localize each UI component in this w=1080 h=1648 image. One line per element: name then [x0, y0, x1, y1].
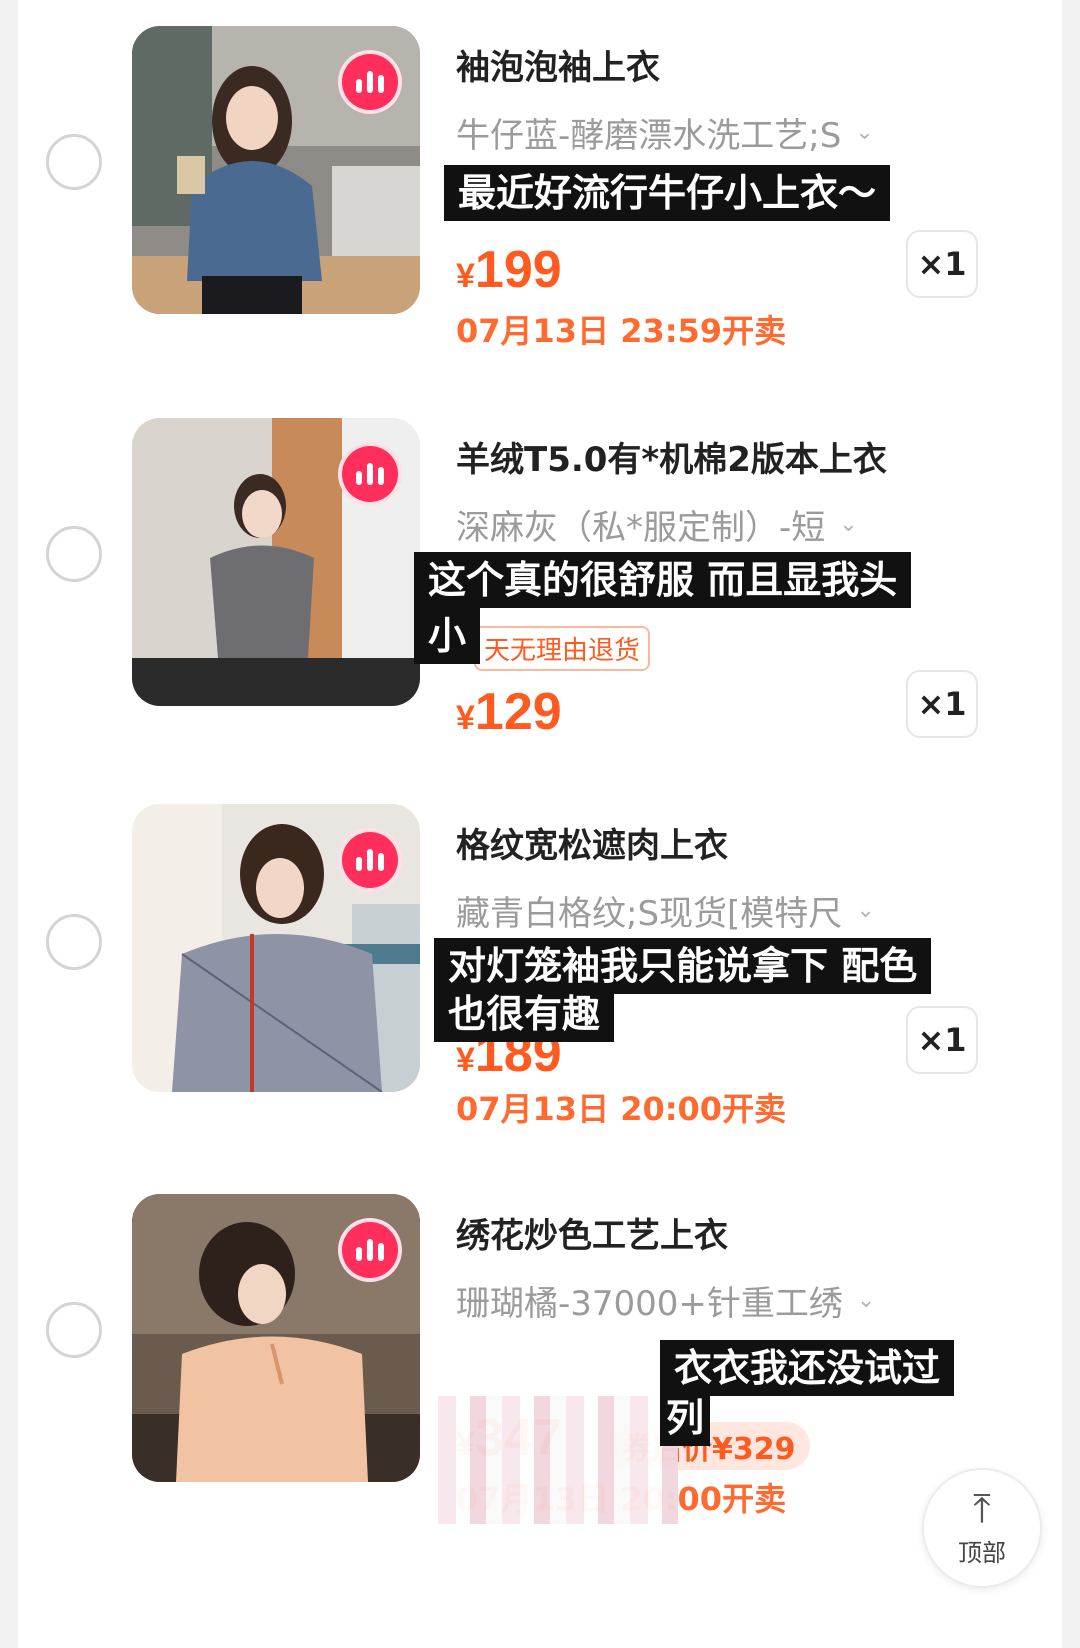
back-to-top-button[interactable]: ⤒ 顶部: [922, 1468, 1042, 1588]
live-icon: [338, 828, 402, 892]
select-radio[interactable]: [46, 134, 102, 190]
arrow-up-to-line-icon: ⤒: [973, 1485, 991, 1532]
quantity-button[interactable]: ×1: [906, 670, 978, 738]
cart-list: 袖泡泡袖上衣 牛仔蓝-酵磨漂水洗工艺;S ⌄ 最近好流行牛仔小上衣～ ¥199 …: [18, 0, 1062, 1648]
cart-item: 袖泡泡袖上衣 牛仔蓝-酵磨漂水洗工艺;S ⌄ 最近好流行牛仔小上衣～ ¥199 …: [18, 0, 1062, 400]
sale-time: 07月13日 23:59开卖: [456, 312, 787, 350]
video-subtitle: 最近好流行牛仔小上衣～: [444, 165, 891, 221]
quantity-button[interactable]: ×1: [906, 1006, 978, 1074]
sku-selector[interactable]: 珊瑚橘-37000+针重工绣 ⌄: [456, 1276, 875, 1325]
cart-item: 绣花炒色工艺上衣 珊瑚橘-37000+针重工绣 ⌄ 衣衣我还没试过 列 ¥347…: [18, 1168, 1062, 1568]
product-title: 袖泡泡袖上衣: [456, 48, 660, 88]
live-icon: [338, 50, 402, 114]
product-image[interactable]: [132, 1194, 420, 1482]
product-title: 格纹宽松遮肉上衣: [456, 826, 728, 866]
live-icon: [338, 1218, 402, 1282]
sku-text: 藏青白格纹;S现货[模特尺: [456, 894, 843, 934]
product-image[interactable]: [132, 418, 420, 706]
product-image[interactable]: [132, 26, 420, 314]
quantity-button[interactable]: ×1: [906, 230, 978, 298]
select-radio[interactable]: [46, 914, 102, 970]
live-icon: [338, 442, 402, 506]
back-to-top-label: 顶部: [958, 1538, 1006, 1567]
sku-text: 牛仔蓝-酵磨漂水洗工艺;S: [456, 116, 842, 156]
sku-selector[interactable]: 藏青白格纹;S现货[模特尺 ⌄: [456, 886, 875, 935]
select-radio[interactable]: [46, 1302, 102, 1358]
sku-selector[interactable]: 牛仔蓝-酵磨漂水洗工艺;S ⌄: [456, 108, 874, 157]
return-policy-tag: 天无理由退货: [474, 626, 651, 671]
blurred-region: [438, 1396, 678, 1524]
sku-text: 深麻灰（私*服定制）-短: [456, 508, 826, 548]
cart-item: 羊绒T5.0有*机棉2版本上衣 深麻灰（私*服定制）-短 ⌄ 天无理由退货 这个…: [18, 392, 1062, 792]
price: ¥199: [456, 241, 562, 299]
video-subtitle: 衣衣我还没试过: [660, 1340, 955, 1396]
video-subtitle: 列: [660, 1390, 711, 1446]
cart-item: 格纹宽松遮肉上衣 藏青白格纹;S现货[模特尺 ⌄ 对灯笼袖我只能说拿下 配色 也…: [18, 780, 1062, 1180]
sku-selector[interactable]: 深麻灰（私*服定制）-短 ⌄: [456, 500, 858, 549]
sku-text: 珊瑚橘-37000+针重工绣: [456, 1284, 843, 1324]
product-title: 羊绒T5.0有*机棉2版本上衣: [456, 440, 887, 480]
sale-time: 07月13日 20:00开卖: [456, 1090, 787, 1128]
video-subtitle: 小: [414, 608, 481, 664]
video-subtitle: 也很有趣: [434, 986, 615, 1042]
video-subtitle: 这个真的很舒服 而且显我头: [414, 552, 912, 608]
chevron-down-icon: ⌄: [839, 512, 858, 537]
chevron-down-icon: ⌄: [856, 898, 875, 923]
chevron-down-icon: ⌄: [856, 1288, 876, 1313]
product-title: 绣花炒色工艺上衣: [456, 1216, 728, 1256]
select-radio[interactable]: [46, 526, 102, 582]
chevron-down-icon: ⌄: [855, 120, 874, 145]
price: ¥129: [456, 683, 562, 741]
product-image[interactable]: [132, 804, 420, 1092]
